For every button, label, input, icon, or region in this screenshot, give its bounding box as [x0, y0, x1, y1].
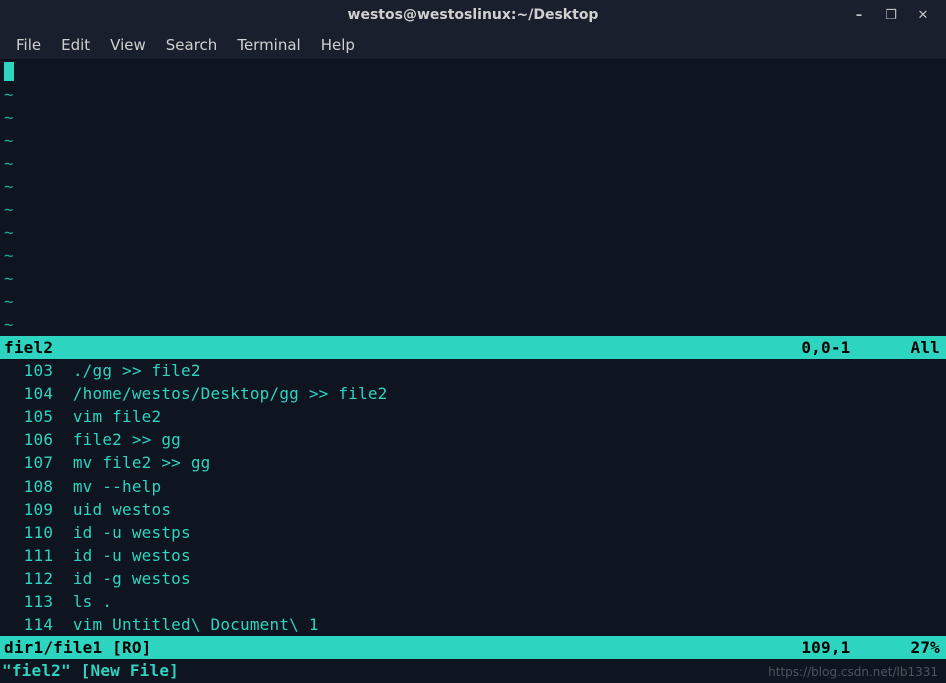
vim-status-top: fiel2 0,0-1 All [0, 336, 946, 359]
window-controls: – ❐ ✕ [850, 0, 942, 30]
close-icon[interactable]: ✕ [914, 8, 932, 23]
status-filename-bottom: dir1/file1 [RO] [4, 636, 801, 659]
vim-command-line: "fiel2" [New File] [0, 659, 946, 682]
vim-tilde-line: ~ [0, 106, 946, 129]
history-line: 111 id -u westos [0, 544, 946, 567]
cursor-block [4, 62, 14, 81]
history-line: 104 /home/westos/Desktop/gg >> file2 [0, 382, 946, 405]
menu-edit[interactable]: Edit [51, 32, 100, 58]
vim-tilde-line: ~ [0, 175, 946, 198]
menu-help[interactable]: Help [311, 32, 365, 58]
history-line: 103 ./gg >> file2 [0, 359, 946, 382]
status-percent-bottom: 27% [911, 636, 943, 659]
status-position-bottom: 109,1 [801, 636, 910, 659]
vim-tilde-line: ~ [0, 152, 946, 175]
menu-view[interactable]: View [100, 32, 156, 58]
history-line: 105 vim file2 [0, 405, 946, 428]
history-line: 113 ls . [0, 590, 946, 613]
maximize-icon[interactable]: ❐ [882, 8, 900, 23]
vim-tilde-line: ~ [0, 267, 946, 290]
history-line: 109 uid westos [0, 498, 946, 521]
vim-tilde-line: ~ [0, 83, 946, 106]
vim-status-bottom: dir1/file1 [RO] 109,1 27% [0, 636, 946, 659]
window-title: westos@westoslinux:~/Desktop [348, 7, 599, 23]
history-line: 114 vim Untitled\ Document\ 1 [0, 613, 946, 636]
vim-tilde-line: ~ [0, 244, 946, 267]
vim-cursor-line [0, 60, 946, 83]
vim-tilde-line: ~ [0, 198, 946, 221]
vim-tilde-line: ~ [0, 129, 946, 152]
window-titlebar: westos@westoslinux:~/Desktop – ❐ ✕ [0, 0, 946, 30]
vim-tilde-line: ~ [0, 290, 946, 313]
history-line: 108 mv --help [0, 475, 946, 498]
status-filename-top: fiel2 [4, 336, 801, 359]
history-line: 107 mv file2 >> gg [0, 451, 946, 474]
menu-file[interactable]: File [6, 32, 51, 58]
terminal-area[interactable]: ~ ~ ~ ~ ~ ~ ~ ~ ~ ~ ~ fiel2 0,0-1 All 10… [0, 60, 946, 682]
status-percent-top: All [911, 336, 943, 359]
status-position-top: 0,0-1 [801, 336, 910, 359]
history-line: 110 id -u westps [0, 521, 946, 544]
vim-tilde-line: ~ [0, 221, 946, 244]
minimize-icon[interactable]: – [850, 8, 868, 23]
menu-search[interactable]: Search [156, 32, 228, 58]
history-line: 112 id -g westos [0, 567, 946, 590]
menu-terminal[interactable]: Terminal [227, 32, 310, 58]
menubar: File Edit View Search Terminal Help [0, 30, 946, 60]
history-list: 103 ./gg >> file2 104 /home/westos/Deskt… [0, 359, 946, 635]
vim-tilde-line: ~ [0, 313, 946, 336]
history-line: 106 file2 >> gg [0, 428, 946, 451]
